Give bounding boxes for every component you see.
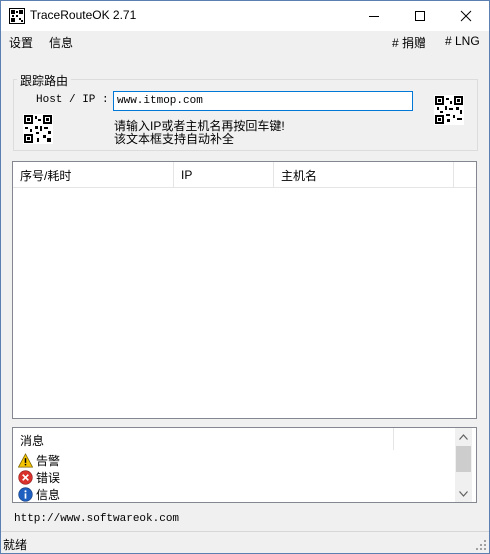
close-icon	[460, 10, 472, 21]
message-item-warning[interactable]: 告警	[18, 452, 60, 468]
warning-icon	[18, 452, 33, 467]
minimize-button[interactable]	[351, 1, 397, 30]
qr-code-icon[interactable]	[23, 114, 53, 144]
message-label: 信息	[36, 487, 61, 502]
scroll-down-button[interactable]	[455, 485, 472, 502]
chevron-down-icon	[459, 490, 468, 497]
host-label: Host / IP :	[36, 94, 109, 106]
scroll-thumb[interactable]	[456, 446, 471, 472]
resize-grip-icon[interactable]	[476, 540, 487, 551]
maximize-button[interactable]	[397, 1, 443, 30]
message-item-info[interactable]: 信息	[18, 486, 60, 502]
status-text: 就绪	[3, 538, 28, 552]
app-icon	[9, 8, 25, 24]
message-header-divider	[393, 428, 394, 450]
chevron-up-icon	[459, 433, 468, 440]
menu-donate[interactable]: # 捐赠	[392, 34, 426, 51]
trace-group	[13, 79, 478, 151]
qr-code-icon[interactable]	[434, 95, 464, 125]
info-icon	[18, 486, 33, 502]
message-label: 告警	[36, 453, 61, 468]
message-list[interactable]	[12, 427, 477, 503]
menu-info[interactable]: 信息	[49, 34, 73, 51]
host-input[interactable]	[113, 91, 413, 111]
column-header-index-time[interactable]: 序号/耗时	[13, 162, 174, 188]
column-header-ip[interactable]: IP	[174, 162, 274, 188]
error-icon	[18, 469, 33, 485]
trace-group-label: 跟踪路由	[17, 72, 72, 89]
message-label: 错误	[36, 470, 61, 485]
maximize-icon	[415, 10, 425, 21]
close-button[interactable]	[443, 1, 489, 30]
website-link[interactable]: http://www.softwareok.com	[14, 513, 179, 525]
minimize-icon	[369, 15, 379, 17]
hint-line-2: 该文本框支持自动补全	[114, 132, 235, 146]
column-header-hostname[interactable]: 主机名	[274, 162, 454, 188]
menu-settings[interactable]: 设置	[9, 34, 33, 51]
window-title: TraceRouteOK 2.71	[30, 8, 137, 22]
message-header[interactable]: 消息	[20, 432, 44, 449]
results-list[interactable]	[12, 161, 477, 419]
menu-language[interactable]: # LNG	[445, 34, 480, 48]
scroll-up-button[interactable]	[455, 428, 472, 445]
message-item-error[interactable]: 错误	[18, 469, 60, 485]
status-bar	[1, 531, 489, 553]
